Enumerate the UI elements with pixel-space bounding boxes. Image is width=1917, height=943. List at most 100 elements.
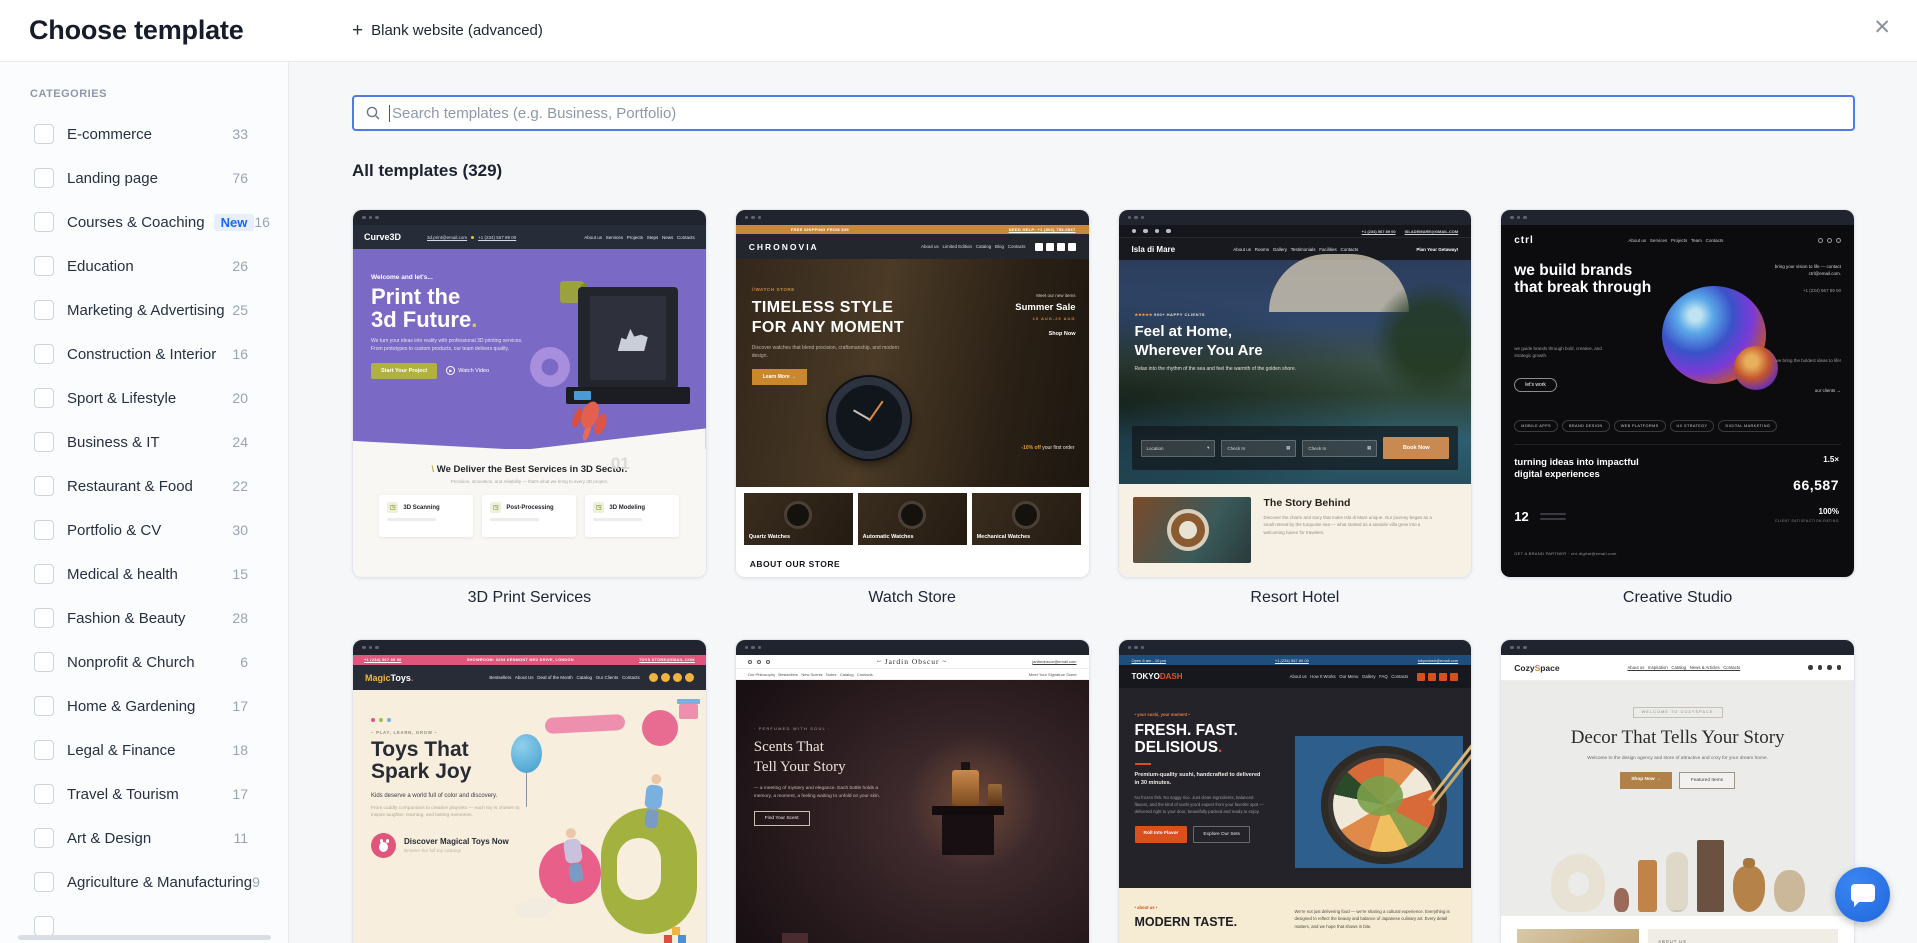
- stats-section: turning ideas into impactful digital exp…: [1514, 444, 1841, 560]
- template-card-watch-store[interactable]: FREE SHIPPING FROM $39NEED HELP: +1 (800…: [735, 209, 1090, 578]
- watch-category-tile: Mechanical Watches: [972, 493, 1081, 545]
- category-count: 30: [232, 522, 248, 538]
- category-count: 16: [254, 214, 270, 230]
- category-count: 24: [232, 434, 248, 450]
- template-card-creative-studio[interactable]: ctrlAbout us Services Projects Team Cont…: [1500, 209, 1855, 578]
- category-landing-page[interactable]: Landing page76: [0, 156, 288, 200]
- social-icons: [1132, 229, 1171, 234]
- plus-icon: +: [352, 21, 363, 40]
- checkbox[interactable]: [34, 256, 54, 276]
- cta-button: Roll Into Flavor: [1135, 826, 1188, 843]
- site-nav: Our Philosophy Bestsellers New Scents No…: [748, 672, 873, 677]
- site-nav: About us Inspiration Catalog News & Arti…: [1627, 665, 1740, 670]
- checkbox[interactable]: [34, 388, 54, 408]
- category-fashion-beauty[interactable]: Fashion & Beauty28: [0, 596, 288, 640]
- food-photo: [1133, 497, 1251, 563]
- template-search[interactable]: [352, 95, 1855, 131]
- category-agriculture-manufacturing[interactable]: Agriculture & Manufacturing9: [0, 860, 288, 904]
- site-nav: About us Rooms Gallery Testimonials Faci…: [1233, 247, 1358, 252]
- browser-chrome: [1501, 640, 1854, 655]
- checkbox[interactable]: [34, 740, 54, 760]
- template-name[interactable]: Watch Store: [735, 589, 1090, 607]
- plant-photo: [1517, 929, 1639, 943]
- category-ecommerce[interactable]: E-commerce33: [0, 112, 288, 156]
- category-home-gardening[interactable]: Home & Gardening17: [0, 684, 288, 728]
- category-courses-coaching[interactable]: Courses & CoachingNew16: [0, 200, 288, 244]
- checkbox[interactable]: [34, 212, 54, 232]
- accent-dash: [1135, 763, 1151, 765]
- sidebar-scrollbar[interactable]: [18, 935, 271, 940]
- chat-widget-button[interactable]: [1835, 867, 1890, 922]
- search-input[interactable]: [392, 105, 1841, 122]
- checkbox[interactable]: [34, 520, 54, 540]
- category-restaurant-food[interactable]: Restaurant & Food22: [0, 464, 288, 508]
- location-field: Location▾: [1141, 440, 1216, 457]
- category-art-design[interactable]: Art & Design11: [0, 816, 288, 860]
- blank-website-label: Blank website (advanced): [371, 22, 543, 39]
- category-education[interactable]: Education26: [0, 244, 288, 288]
- hero-section: WELCOME TO COZYSPACE Decor That Tells Yo…: [1501, 681, 1854, 916]
- social-icons: [1035, 243, 1076, 251]
- chevron-down-icon: ▾: [1207, 445, 1209, 451]
- template-thumbnail: CozySpaceAbout us Inspiration Catalog Ne…: [1501, 655, 1854, 943]
- gift-box-shape: [679, 704, 698, 719]
- balloon-shape: [511, 734, 542, 773]
- template-card-3d-print[interactable]: Curve3D3d.print@email.com+1 (234) 567 89…: [352, 209, 707, 578]
- template-name[interactable]: Resort Hotel: [1118, 589, 1473, 607]
- watch-category-tile: Quartz Watches: [744, 493, 853, 545]
- feature-card: ◳Post-Processing: [482, 495, 576, 537]
- checkbox[interactable]: [34, 344, 54, 364]
- about-section: • about us • MODERN TASTE. We're not jus…: [1119, 888, 1472, 943]
- perfume-bottle-image: [952, 770, 979, 806]
- template-thumbnail: +1 (234) 567 89 00ISLADEMARE@GMAIL.COM I…: [1119, 225, 1472, 577]
- categories-list: E-commerce33 Landing page76 Courses & Co…: [0, 112, 288, 943]
- blank-website-button[interactable]: + Blank website (advanced): [352, 21, 543, 40]
- site-nav: About us Limited Edition Catalog Blog Co…: [921, 244, 1026, 249]
- featured-items-button: Featured Items: [1679, 772, 1735, 789]
- category-sport-lifestyle[interactable]: Sport & Lifestyle20: [0, 376, 288, 420]
- category-medical-health[interactable]: Medical & health15: [0, 552, 288, 596]
- category-count: 11: [233, 830, 248, 846]
- checkbox[interactable]: [34, 564, 54, 584]
- template-name[interactable]: Creative Studio: [1500, 589, 1855, 607]
- site-logo: ctrl: [1514, 235, 1534, 246]
- checkbox[interactable]: [34, 476, 54, 496]
- close-icon[interactable]: ✕: [1873, 17, 1891, 38]
- category-marketing-advertising[interactable]: Marketing & Advertising25: [0, 288, 288, 332]
- category-portfolio-cv[interactable]: Portfolio & CV30: [0, 508, 288, 552]
- checkbox[interactable]: [34, 916, 54, 936]
- welcome-badge: WELCOME TO COZYSPACE: [1633, 707, 1723, 718]
- template-card-decor-store[interactable]: CozySpaceAbout us Inspiration Catalog Ne…: [1500, 639, 1855, 943]
- pedestal-shape: [932, 806, 1004, 815]
- template-thumbnail: FREE SHIPPING FROM $39NEED HELP: +1 (800…: [736, 225, 1089, 577]
- checkbox[interactable]: [34, 608, 54, 628]
- template-card-toy-store[interactable]: +1 (234) 567 89 00SHOWROOM: 3254 KENMONT…: [352, 639, 707, 943]
- category-travel-tourism[interactable]: Travel & Tourism17: [0, 772, 288, 816]
- hero-section: we build brands that break through bring…: [1514, 262, 1841, 414]
- browser-chrome: [353, 640, 706, 655]
- checkbox[interactable]: [34, 872, 54, 892]
- secondary-button: Explore Our Sets: [1193, 826, 1250, 843]
- page-title: Choose template: [29, 15, 244, 46]
- checkbox[interactable]: [34, 168, 54, 188]
- checkbox[interactable]: [34, 784, 54, 804]
- category-legal-finance[interactable]: Legal & Finance18: [0, 728, 288, 772]
- checkbox[interactable]: [34, 652, 54, 672]
- category-nonprofit-church[interactable]: Nonprofit & Church6: [0, 640, 288, 684]
- template-card-sushi-restaurant[interactable]: Open 8 am - 10 pm+1 (234) 567 89 00tokyo…: [1118, 639, 1473, 943]
- new-badge: New: [214, 214, 255, 231]
- browser-chrome: [736, 210, 1089, 225]
- checkbox[interactable]: [34, 300, 54, 320]
- template-name[interactable]: 3D Print Services: [352, 589, 707, 607]
- hero-section: · PERFUMED WITH SOUL · Scents ThatTell Y…: [736, 680, 1089, 943]
- template-card-resort-hotel[interactable]: +1 (234) 567 89 00ISLADEMARE@GMAIL.COM I…: [1118, 209, 1473, 578]
- checkbox[interactable]: [34, 432, 54, 452]
- template-card-perfume-store[interactable]: ~ Jardin Obscur ~jardinobscur@email.com …: [735, 639, 1090, 943]
- category-construction-interior[interactable]: Construction & Interior16: [0, 332, 288, 376]
- find-scent-button: Find Your Scent: [754, 811, 810, 826]
- checkbox[interactable]: [34, 828, 54, 848]
- checkbox[interactable]: [34, 124, 54, 144]
- category-business-it[interactable]: Business & IT24: [0, 420, 288, 464]
- perfume-bottle-image: [988, 784, 1002, 806]
- checkbox[interactable]: [34, 696, 54, 716]
